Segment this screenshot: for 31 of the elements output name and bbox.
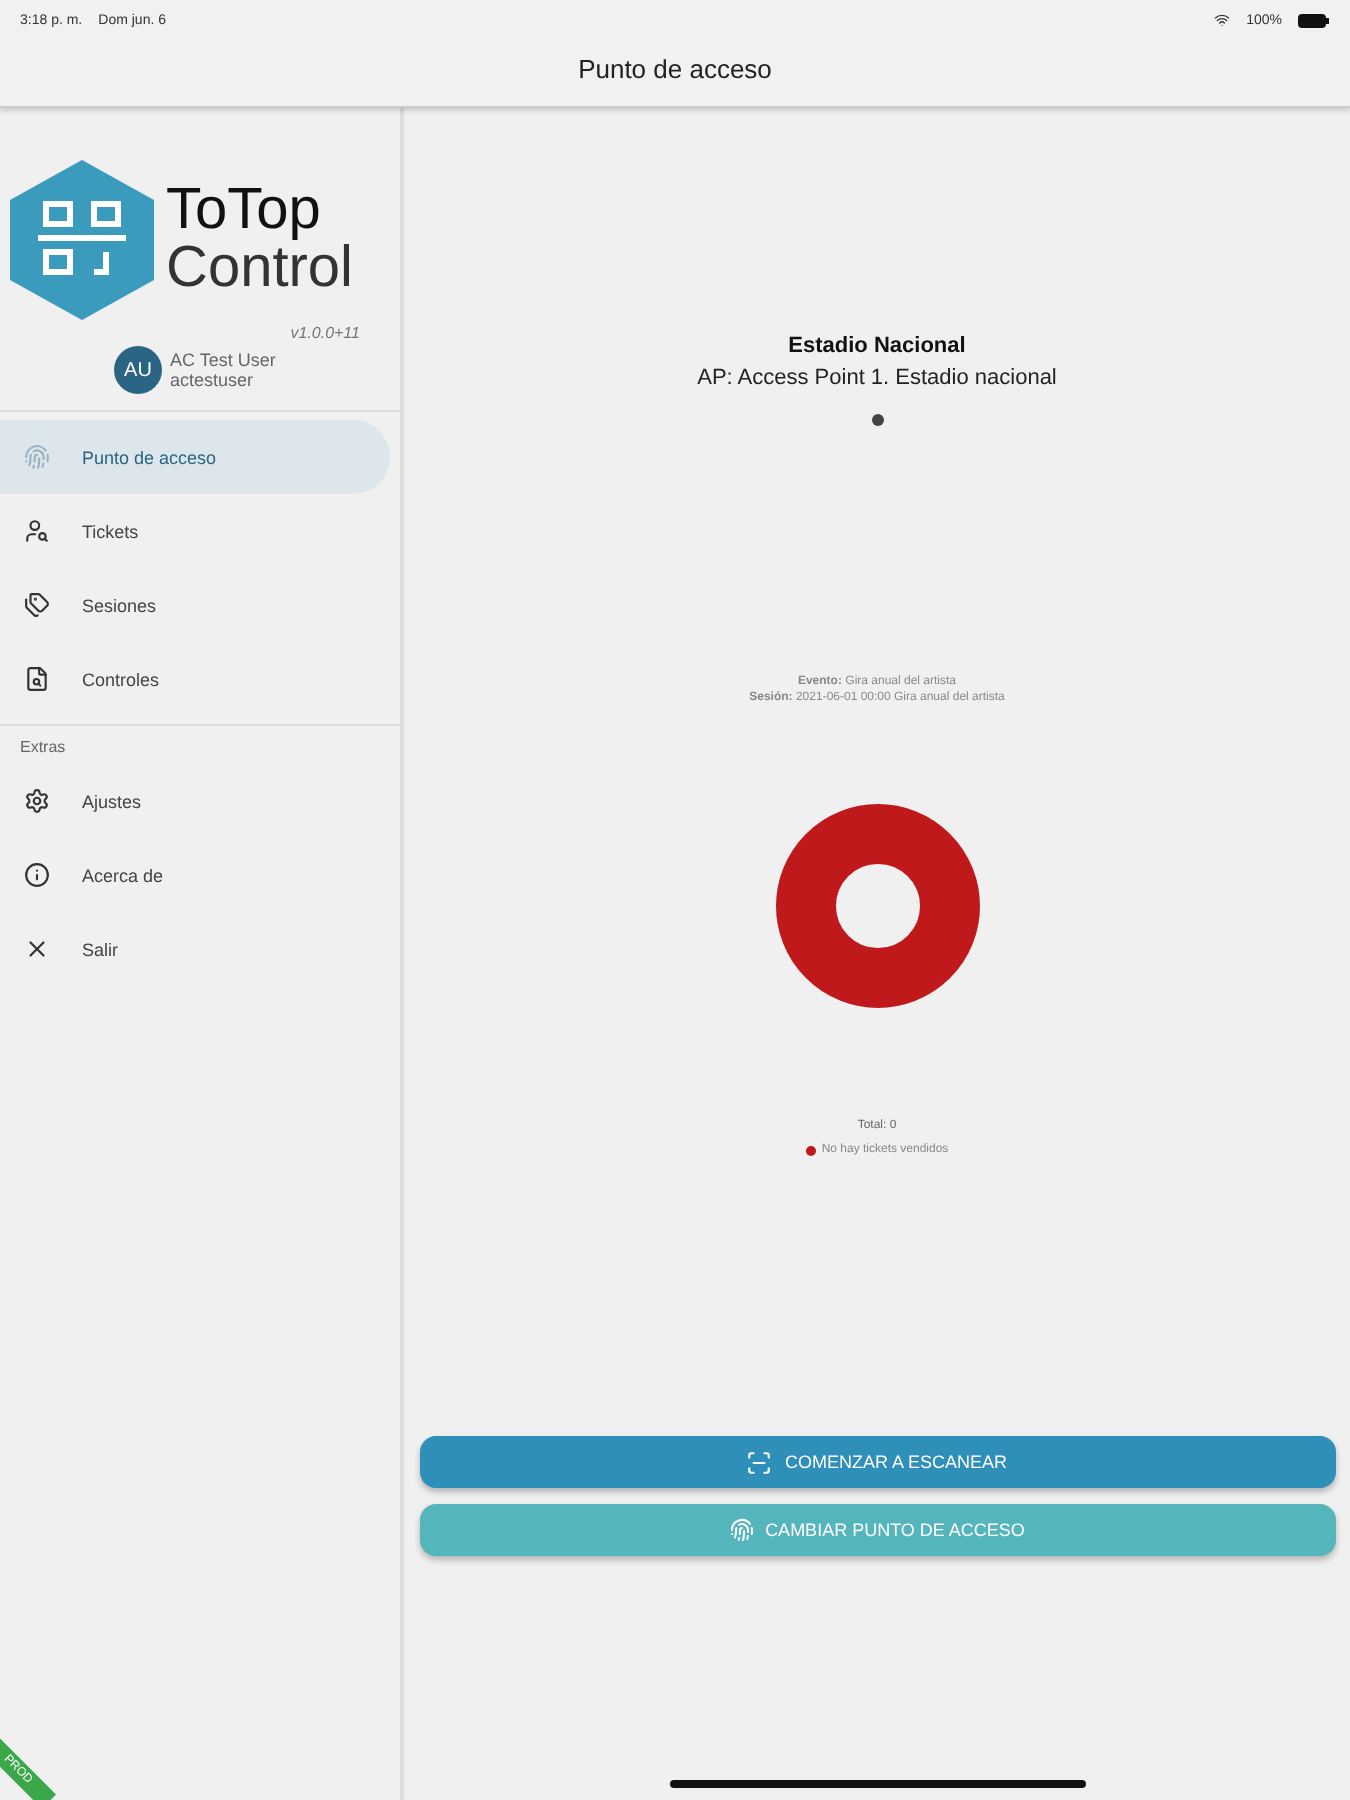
dot-icon [871, 414, 883, 426]
sidebar-item[interactable]: Tickets [0, 494, 390, 568]
header-title: Punto de acceso [576, 52, 774, 88]
sidebar-item[interactable]: Sesiones [0, 568, 390, 642]
logo-text: ToTop [166, 182, 323, 240]
user-name: AC Test User [170, 350, 276, 370]
sidebar-item[interactable]: Ajustes [0, 764, 390, 838]
version-text: v1.0.0+11 [290, 324, 360, 342]
close-icon [24, 936, 50, 962]
fingerprint-icon [24, 444, 50, 470]
person-search-icon [24, 518, 50, 544]
logo-text: Control [166, 240, 353, 298]
battery-icon [1298, 13, 1330, 27]
venue-title: Estadio Nacional [788, 334, 966, 358]
sidebar-item[interactable]: Acerca de [0, 838, 390, 912]
logo-icon [10, 160, 154, 320]
user-avatar: AU [114, 346, 162, 394]
access-point-text: AP: Access Point 1. Estadio nacional [697, 366, 1057, 390]
scan-button[interactable]: COMENZAR A ESCANEAR [419, 1436, 1335, 1488]
fingerprint-icon [729, 1518, 754, 1542]
sidebar-item[interactable]: Salir [0, 912, 390, 986]
scan-icon [746, 1449, 773, 1475]
info-icon [24, 862, 50, 888]
wifi-icon [1214, 12, 1231, 28]
sidebar-item[interactable]: Punto de acceso [0, 420, 390, 494]
user-username: actestuser [170, 370, 256, 390]
gear-icon [24, 788, 50, 814]
sidebar-item[interactable]: Controles [0, 642, 390, 716]
tags-icon [24, 592, 50, 618]
document-icon [24, 666, 50, 692]
section-label: Extras [0, 724, 400, 756]
